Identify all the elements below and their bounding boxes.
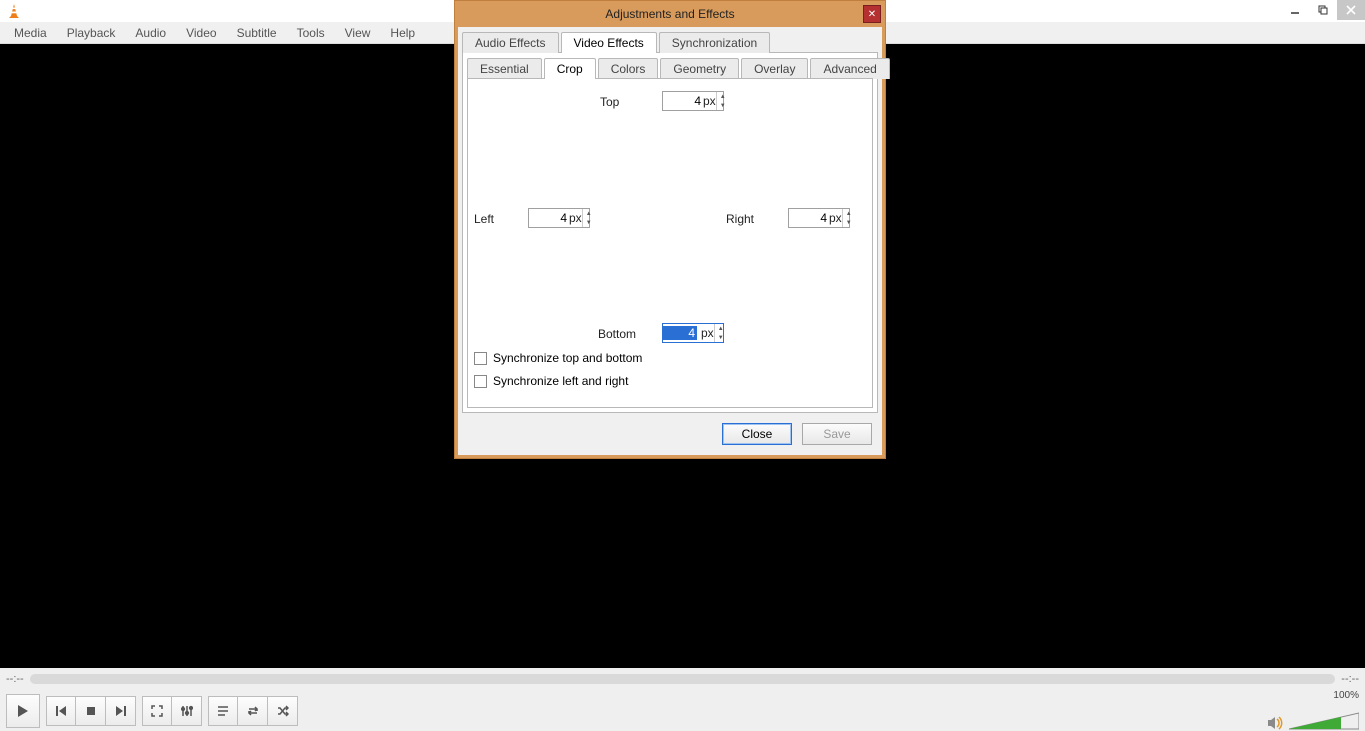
playlist-button[interactable] xyxy=(208,696,238,726)
menu-help[interactable]: Help xyxy=(380,24,425,42)
sync-left-right-label: Synchronize left and right xyxy=(493,374,628,388)
volume-slider[interactable] xyxy=(1289,711,1359,731)
stop-button[interactable] xyxy=(76,696,106,726)
bottom-bar: --:-- --:-- xyxy=(0,668,1365,731)
crop-left-spinner[interactable]: px ▲▼ xyxy=(528,208,590,228)
subtab-colors[interactable]: Colors xyxy=(598,58,659,79)
volume-label: 100% xyxy=(1333,690,1359,701)
speaker-icon[interactable] xyxy=(1267,715,1285,731)
menu-tools[interactable]: Tools xyxy=(287,24,335,42)
spin-up-icon[interactable]: ▲ xyxy=(583,209,595,218)
maximize-button[interactable] xyxy=(1309,0,1337,20)
save-button[interactable]: Save xyxy=(802,423,872,445)
dialog-close-button[interactable]: ✕ xyxy=(863,5,881,23)
subtab-advanced[interactable]: Advanced xyxy=(810,58,889,79)
crop-right-input[interactable] xyxy=(789,211,829,225)
subtab-essential[interactable]: Essential xyxy=(467,58,542,79)
window-close-button[interactable] xyxy=(1337,0,1365,20)
adjustments-effects-dialog: Adjustments and Effects ✕ Audio Effects … xyxy=(454,0,886,459)
menu-subtitle[interactable]: Subtitle xyxy=(227,24,287,42)
tab-audio-effects[interactable]: Audio Effects xyxy=(462,32,559,53)
spin-up-icon[interactable]: ▲ xyxy=(717,92,729,101)
tab-synchronization[interactable]: Synchronization xyxy=(659,32,770,53)
menu-media[interactable]: Media xyxy=(4,24,57,42)
next-button[interactable] xyxy=(106,696,136,726)
crop-right-spinner[interactable]: px ▲▼ xyxy=(788,208,850,228)
crop-unit: px xyxy=(569,211,582,225)
subtab-geometry[interactable]: Geometry xyxy=(660,58,739,79)
crop-bottom-spinner[interactable]: px ▲▼ xyxy=(662,323,724,343)
tab-video-effects[interactable]: Video Effects xyxy=(561,32,657,53)
crop-bottom-input[interactable] xyxy=(663,326,697,340)
subtab-overlay[interactable]: Overlay xyxy=(741,58,808,79)
crop-left-input[interactable] xyxy=(529,211,569,225)
dialog-title-bar[interactable]: Adjustments and Effects ✕ xyxy=(455,1,885,27)
crop-top-label: Top xyxy=(600,95,619,109)
crop-top-input[interactable] xyxy=(663,94,703,108)
crop-bottom-label: Bottom xyxy=(598,327,636,341)
crop-panel: Top px ▲▼ Left px ▲▼ xyxy=(467,78,873,408)
menu-playback[interactable]: Playback xyxy=(57,24,126,42)
crop-top-spinner[interactable]: px ▲▼ xyxy=(662,91,724,111)
sync-left-right-checkbox[interactable] xyxy=(474,375,487,388)
crop-right-label: Right xyxy=(726,212,754,226)
previous-button[interactable] xyxy=(46,696,76,726)
crop-unit: px xyxy=(701,326,714,340)
spin-up-icon[interactable]: ▲ xyxy=(843,209,855,218)
seek-slider[interactable] xyxy=(30,674,1336,684)
fullscreen-button[interactable] xyxy=(142,696,172,726)
minimize-button[interactable] xyxy=(1281,0,1309,20)
vlc-cone-icon xyxy=(6,3,22,19)
sync-top-bottom-checkbox[interactable] xyxy=(474,352,487,365)
time-elapsed: --:-- xyxy=(6,673,24,685)
spin-down-icon[interactable]: ▼ xyxy=(583,218,595,227)
shuffle-button[interactable] xyxy=(268,696,298,726)
subtab-crop[interactable]: Crop xyxy=(544,58,596,79)
sync-top-bottom-label: Synchronize top and bottom xyxy=(493,351,642,365)
extended-settings-button[interactable] xyxy=(172,696,202,726)
close-icon: ✕ xyxy=(868,9,876,20)
menu-video[interactable]: Video xyxy=(176,24,226,42)
spin-down-icon[interactable]: ▼ xyxy=(843,218,855,227)
spin-down-icon[interactable]: ▼ xyxy=(715,333,727,342)
menu-view[interactable]: View xyxy=(335,24,381,42)
spin-up-icon[interactable]: ▲ xyxy=(715,324,727,333)
spin-down-icon[interactable]: ▼ xyxy=(717,101,729,110)
close-button[interactable]: Close xyxy=(722,423,792,445)
crop-unit: px xyxy=(703,94,716,108)
crop-left-label: Left xyxy=(474,212,494,226)
crop-unit: px xyxy=(829,211,842,225)
loop-button[interactable] xyxy=(238,696,268,726)
menu-audio[interactable]: Audio xyxy=(125,24,176,42)
play-button[interactable] xyxy=(6,694,40,728)
time-total: --:-- xyxy=(1341,673,1359,685)
dialog-title: Adjustments and Effects xyxy=(605,7,734,21)
